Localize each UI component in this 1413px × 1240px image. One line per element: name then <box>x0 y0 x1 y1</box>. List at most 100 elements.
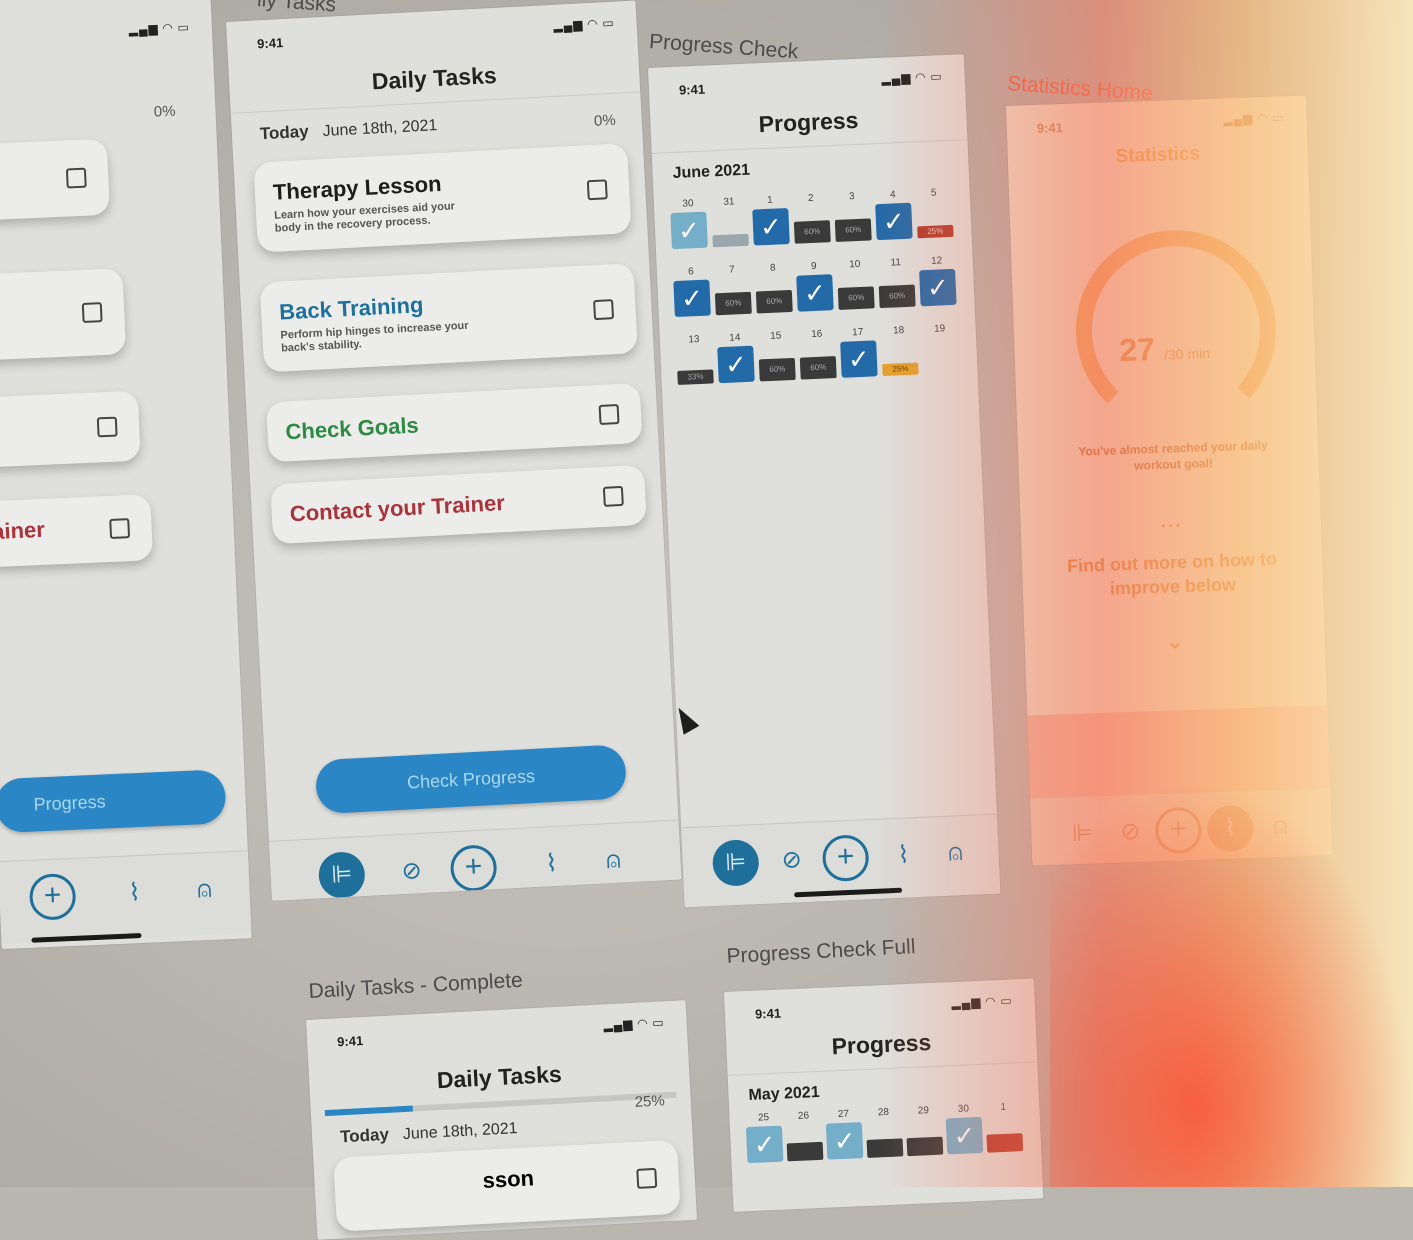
dumbbell-tab-icon[interactable]: ⊫ <box>317 850 366 900</box>
calendar-day[interactable]: 8 60% <box>755 262 793 314</box>
calendar-day[interactable]: 13 33% <box>676 333 714 385</box>
task-checkbox[interactable] <box>602 485 624 507</box>
task-card[interactable]: your <box>0 268 127 361</box>
task-card-contact-trainer[interactable]: Contact your Trainer <box>270 464 647 545</box>
compass-tab-icon[interactable]: ⊘ <box>1107 808 1155 856</box>
calendar-day-number: 3 <box>848 191 855 203</box>
task-checkbox[interactable] <box>96 416 118 438</box>
progress-bar <box>712 233 749 248</box>
status-icons: ▂▄▆ ◠ ▭ <box>951 993 1013 1011</box>
calendar-day[interactable]: 4 ✓ <box>875 189 913 241</box>
calendar-day[interactable]: 5 25% <box>916 187 954 239</box>
check-icon: ✓ <box>919 268 957 307</box>
chevron-down-icon[interactable]: ⌄ <box>1024 623 1325 659</box>
task-title: Contact your Trainer <box>289 490 506 527</box>
calendar-day[interactable]: 26 <box>785 1110 824 1162</box>
calendar-day[interactable]: 30 ✓ <box>945 1103 984 1155</box>
calendar-day[interactable]: 1 <box>985 1101 1024 1153</box>
user-tab-icon[interactable]: ⍝ <box>181 866 229 914</box>
phone-daily-tasks: 9:41 ▂▄▆ ◠ ▭ Daily Tasks Today June 18th,… <box>226 0 682 901</box>
status-time: 9:41 <box>678 81 706 98</box>
task-card[interactable] <box>0 138 110 221</box>
add-tab-icon[interactable]: + <box>1154 806 1203 855</box>
calendar-day[interactable]: 10 60% <box>837 258 875 310</box>
task-checkbox[interactable] <box>81 302 103 323</box>
add-tab-icon[interactable]: + <box>28 872 77 921</box>
status-icons: ▂▄▆ ◠ ▭ <box>881 69 943 86</box>
calendar-day-number: 2 <box>807 192 814 205</box>
task-card[interactable] <box>0 390 141 468</box>
phone-daily-tasks-left: ▂▄▆ ◠ ▭ 0% your rainer Progress + ⌇ ⍝ <box>0 0 252 950</box>
pulse-tab-icon[interactable]: ⌇ <box>111 869 159 917</box>
task-title: sson <box>481 1165 535 1193</box>
calendar-day[interactable]: 7 60% <box>714 264 752 316</box>
calendar-grid: 25 ✓ 26 27 ✓ 28 29 30 ✓ 1 <box>745 1101 1026 1193</box>
calendar-day[interactable]: 25 ✓ <box>745 1112 784 1164</box>
task-card[interactable]: rainer <box>0 494 154 568</box>
task-card[interactable]: sson <box>333 1139 681 1232</box>
calendar-day-number: 27 <box>837 1108 850 1121</box>
calendar-day-number: 5 <box>930 187 937 199</box>
task-checkbox[interactable] <box>109 518 131 539</box>
calendar-day[interactable]: 30 ✓ <box>670 198 708 250</box>
check-progress-button[interactable]: Check Progress <box>314 744 628 815</box>
compass-tab-icon[interactable]: ⊘ <box>768 837 816 885</box>
calendar-day-number: 4 <box>889 189 896 201</box>
calendar-day[interactable]: 17 ✓ <box>840 326 878 378</box>
progress-percent: 0% <box>593 111 617 130</box>
calendar-day-number: 19 <box>933 323 946 335</box>
calendar-day[interactable]: 6 ✓ <box>673 266 711 318</box>
user-tab-icon[interactable]: ⍝ <box>932 829 980 877</box>
calendar-day[interactable]: 18 25% <box>880 325 919 377</box>
add-tab-icon[interactable]: + <box>449 844 498 893</box>
pulse-tab-icon[interactable]: ⌇ <box>880 832 928 880</box>
calendar-day[interactable]: 3 60% <box>834 190 872 242</box>
calendar-day[interactable]: 31 <box>711 196 749 248</box>
progress-bar: 60% <box>799 356 837 380</box>
status-icons: ▂▄▆ ◠ ▭ <box>1223 110 1285 127</box>
frame-label-daily-tasks-complete: Daily Tasks - Complete <box>308 968 524 1003</box>
pulse-tab-icon[interactable]: ⌇ <box>527 840 575 888</box>
progress-bar: 60% <box>714 291 752 316</box>
task-checkbox[interactable] <box>636 1167 658 1189</box>
calendar-day[interactable]: 28 <box>865 1106 904 1158</box>
task-checkbox[interactable] <box>593 299 615 321</box>
calendar-day[interactable]: 15 60% <box>758 330 796 382</box>
pulse-tab-icon[interactable]: ⌇ <box>1206 804 1255 853</box>
phone-daily-tasks-complete: Today 9:41 ▂▄▆ ◠ ▭ Daily Tasks TodayJune… <box>306 1000 697 1240</box>
task-card-check-goals[interactable]: Check Goals <box>265 382 643 463</box>
calendar-day[interactable]: 16 60% <box>799 328 837 380</box>
calendar-day-number: 30 <box>957 1103 970 1115</box>
dumbbell-tab-icon[interactable]: ⊫ <box>711 838 760 887</box>
calendar-day[interactable]: 12 ✓ <box>918 255 957 307</box>
add-tab-icon[interactable]: + <box>821 834 870 883</box>
check-progress-button[interactable]: Progress <box>0 769 227 834</box>
calendar-day[interactable]: 2 60% <box>793 192 831 244</box>
calendar-day[interactable]: 11 60% <box>878 257 916 309</box>
task-checkbox[interactable] <box>586 179 608 201</box>
dumbbell-tab-icon[interactable]: ⊫ <box>1059 810 1107 858</box>
calendar-day[interactable]: 29 <box>905 1105 944 1157</box>
tab-bar: ⊫ ⊘ + ⌇ ⍝ <box>268 819 682 901</box>
calendar-day-number: 6 <box>687 266 694 278</box>
task-card-back-training[interactable]: Back Training Perform hip hinges to incr… <box>259 263 638 373</box>
check-icon: ✓ <box>673 279 711 318</box>
calendar-day[interactable]: 14 ✓ <box>717 332 755 384</box>
task-checkbox[interactable] <box>65 167 87 189</box>
progress-bar: 60% <box>758 357 796 382</box>
user-tab-icon[interactable]: ⍝ <box>1257 803 1305 851</box>
calendar-day[interactable]: 1 ✓ <box>752 194 790 246</box>
status-time: 9:41 <box>1036 120 1064 136</box>
calendar-day[interactable]: 9 ✓ <box>796 260 834 312</box>
status-time: 9:41 <box>754 1005 782 1022</box>
calendar-day[interactable]: 27 ✓ <box>825 1108 864 1160</box>
date-text: June 18th, 2021 <box>402 1120 518 1144</box>
task-desc: Perform hip hinges to increase your back… <box>280 319 469 355</box>
task-checkbox[interactable] <box>598 403 620 425</box>
task-card-therapy-lesson[interactable]: Therapy Lesson Learn how your exercises … <box>253 143 632 253</box>
check-icon: ✓ <box>825 1122 864 1160</box>
calendar-day[interactable]: 19 <box>921 323 959 375</box>
user-tab-icon[interactable]: ⍝ <box>589 837 637 885</box>
calendar-day-number: 15 <box>770 330 782 342</box>
compass-tab-icon[interactable]: ⊘ <box>388 847 436 895</box>
